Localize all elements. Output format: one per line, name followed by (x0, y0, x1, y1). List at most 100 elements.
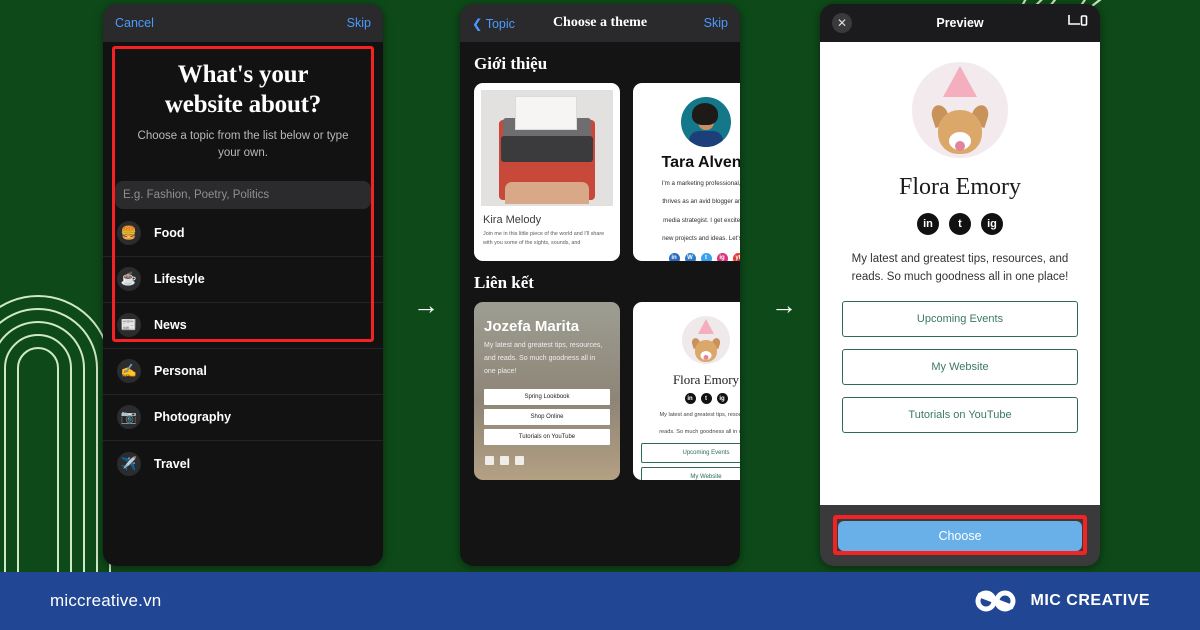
phone-screen-theme: ❮ Topic Choose a theme Skip Giới thiệu K… (460, 4, 740, 566)
theme-card-name: Kira Melody (483, 214, 542, 226)
chevron-left-icon: ❮ (472, 16, 483, 31)
phone-screen-preview: ✕ Preview Flora Emory in t ig My latest (820, 4, 1100, 566)
page-title-line1: What's your (177, 61, 309, 88)
screens-stage: Cancel Skip What's your website about? C… (0, 0, 1200, 570)
preview-content: Flora Emory in t ig My latest and greate… (820, 42, 1100, 505)
theme-card-tara-alvena[interactable]: Tara Alvena I'm a marketing professional… (633, 83, 740, 261)
link-button[interactable]: Shop Online (484, 408, 610, 425)
theme-card-row-1: Kira Melody Join me in this little piece… (474, 83, 740, 261)
choose-button[interactable]: Choose (838, 521, 1082, 551)
social-icon-row: in t ig (820, 213, 1100, 235)
close-icon[interactable]: ✕ (832, 13, 852, 33)
theme-card-desc-line: media strategist. I get excited a (663, 216, 740, 224)
phone2-body: Giới thiệu Kira Melody Join me in this l… (460, 42, 740, 566)
list-item-label: Lifestyle (154, 272, 205, 286)
section-title-lien-ket: Liên kết (474, 273, 534, 292)
avatar (682, 316, 730, 364)
link-button[interactable]: Upcoming Events (641, 443, 740, 464)
theme-card-name: Tara Alvena (661, 154, 740, 171)
instagram-icon: ig (716, 252, 728, 261)
instagram-icon: ig (716, 393, 728, 404)
profile-bio: My latest and greatest tips, resources, … (851, 253, 1069, 283)
page-subtitle: Choose a topic from the list below or ty… (137, 130, 349, 160)
profile-name: Flora Emory (899, 174, 1021, 200)
newspaper-icon: 📰 (117, 313, 141, 337)
list-item[interactable]: ✍️ Personal (103, 349, 383, 395)
social-icon-row: in t ig (633, 388, 740, 404)
theme-card-row-2: Jozefa Marita My latest and greatest tip… (474, 302, 740, 480)
twitter-icon: t (700, 393, 712, 404)
skip-button[interactable]: Skip (704, 16, 728, 30)
avatar (681, 97, 731, 147)
infinity-icon (975, 590, 1016, 612)
topic-list: 🍔 Food ☕ Lifestyle 📰 News ✍️ Personal 📷 (103, 211, 383, 487)
footer-bar: miccreative.vn MIC CREATIVE (0, 572, 1200, 630)
twitter-icon[interactable]: t (949, 213, 971, 235)
page-title-line2: website about? (164, 90, 322, 118)
preview-footer: Choose (820, 505, 1100, 566)
phone-notch (525, 4, 675, 12)
phone2-navbar: ❮ Topic Choose a theme Skip (460, 4, 740, 42)
instagram-icon (515, 455, 524, 465)
cancel-button[interactable]: Cancel (115, 16, 154, 30)
list-item[interactable]: ☕ Lifestyle (103, 257, 383, 303)
link-button[interactable]: Tutorials on YouTube (484, 428, 610, 445)
topic-search-placeholder: E.g. Fashion, Poetry, Politics (123, 188, 270, 201)
arrow-step-2-to-3: → (771, 290, 797, 320)
link-button-tutorials-youtube[interactable]: Tutorials on YouTube (842, 396, 1078, 433)
airplane-icon: ✈️ (117, 451, 141, 476)
topic-search-input[interactable]: E.g. Fashion, Poetry, Politics (115, 180, 371, 209)
list-item-label: Personal (154, 364, 207, 378)
social-icon-row (474, 445, 620, 465)
phone1-navbar: Cancel Skip (103, 4, 383, 42)
theme-card-kira-melody[interactable]: Kira Melody Join me in this little piece… (474, 83, 620, 261)
theme-card-desc: Join me in this little piece of the worl… (483, 231, 605, 247)
link-button-upcoming-events[interactable]: Upcoming Events (842, 300, 1078, 337)
phone-screen-topic: Cancel Skip What's your website about? C… (103, 4, 383, 566)
back-button-label: Topic (485, 16, 515, 31)
device-toggle-icon[interactable] (1068, 13, 1088, 33)
linkedin-icon: in (668, 252, 680, 261)
writing-hand-icon: ✍️ (117, 359, 141, 383)
skip-button[interactable]: Skip (347, 16, 371, 30)
list-item-label: Food (154, 226, 185, 240)
theme-card-desc: My latest and greatest tips, resources, … (484, 342, 603, 375)
theme-card-jozefa-marita[interactable]: Jozefa Marita My latest and greatest tip… (474, 302, 620, 480)
theme-card-desc-line: new projects and ideas. Let's co (662, 235, 740, 243)
linkedin-icon[interactable]: in (917, 213, 939, 235)
theme-card-link-buttons: Spring Lookbook Shop Online Tutorials on… (474, 379, 620, 445)
page-title: Preview (936, 16, 984, 30)
phone-notch (168, 4, 318, 12)
theme-card-desc-line: reads. So much goodness all in one p (659, 428, 740, 435)
burger-icon: 🍔 (117, 221, 141, 245)
theme-card-desc-line: My latest and greatest tips, resources (659, 412, 740, 418)
website-url: miccreative.vn (50, 591, 162, 610)
link-button[interactable]: Spring Lookbook (484, 388, 610, 405)
theme-card-link-buttons: Upcoming Events My Website (633, 437, 740, 480)
list-item-label: Travel (154, 456, 191, 471)
list-item[interactable]: 🍔 Food (103, 211, 383, 257)
back-button[interactable]: ❮ Topic (472, 16, 515, 31)
theme-card-flora-emory[interactable]: Flora Emory in t ig My latest and greate… (633, 302, 740, 480)
brand-name: MIC CREATIVE (1030, 592, 1150, 609)
list-item[interactable]: 📷 Photography (103, 395, 383, 441)
phone3-navbar: ✕ Preview (820, 4, 1100, 42)
avatar (912, 62, 1008, 158)
arrow-step-1-to-2: → (413, 290, 439, 320)
phone-notch (885, 4, 1035, 12)
brand-logo: MIC CREATIVE (974, 588, 1150, 614)
instagram-icon[interactable]: ig (981, 213, 1003, 235)
list-item[interactable]: ✈️ Travel (103, 441, 383, 487)
coffee-icon: ☕ (117, 267, 141, 291)
link-button-my-website[interactable]: My Website (842, 348, 1078, 385)
phone1-body: What's your website about? Choose a topi… (103, 42, 383, 566)
linkedin-icon (485, 455, 494, 465)
link-button[interactable]: My Website (641, 467, 740, 480)
twitter-icon: t (700, 252, 712, 261)
twitter-icon (500, 455, 509, 465)
profile-link-buttons: Upcoming Events My Website Tutorials on … (820, 287, 1100, 433)
theme-card-name: Jozefa Marita (484, 318, 580, 335)
page-title: What's your website about? (103, 42, 383, 119)
list-item[interactable]: 📰 News (103, 303, 383, 349)
youtube-icon: yt (732, 252, 740, 261)
